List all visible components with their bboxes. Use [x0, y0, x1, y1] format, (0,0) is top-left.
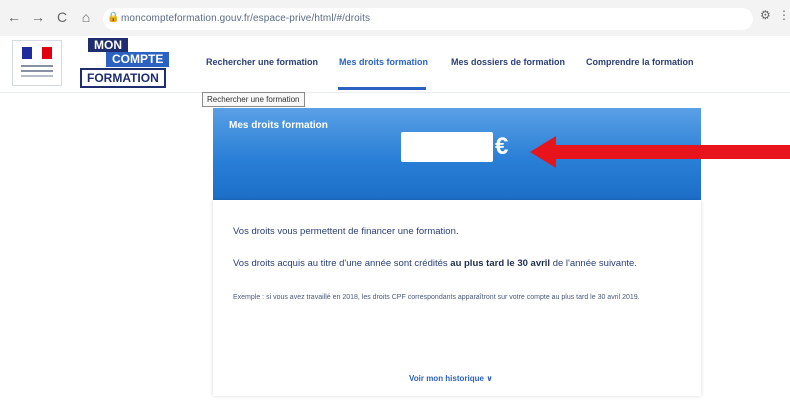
logo-mon: MON	[88, 38, 128, 52]
home-icon[interactable]: ⌂	[76, 7, 96, 27]
republique-francaise-logo[interactable]	[12, 40, 62, 86]
back-icon[interactable]: ←	[4, 7, 24, 27]
active-tab-indicator	[338, 87, 426, 90]
amount-redacted	[401, 132, 493, 162]
logo-compte: COMPTE	[106, 52, 170, 67]
nav-mes-dossiers[interactable]: Mes dossiers de formation	[451, 57, 565, 67]
nav-rechercher[interactable]: Rechercher une formation	[206, 57, 318, 67]
rights-title: Mes droits formation	[229, 120, 328, 131]
menu-icon[interactable]: ⋮	[778, 8, 790, 22]
site-header: MON COMPTE FORMATION Rechercher une form…	[0, 36, 790, 93]
chevron-down-icon[interactable]: ∨	[486, 374, 493, 383]
info-line-1: Vos droits vous permettent de financer u…	[233, 226, 459, 237]
info-line-2-bold: au plus tard le 30 avril	[450, 258, 551, 269]
currency-symbol: €	[495, 133, 509, 160]
example-text: Exemple : si vous avez travaillé en 2018…	[233, 294, 640, 301]
info-line-2-prefix: Vos droits acquis au titre d'une année s…	[233, 258, 451, 269]
mon-compte-formation-logo[interactable]: MON COMPTE FORMATION	[80, 38, 170, 90]
info-line-2-suffix: de l'année suivante.	[550, 258, 637, 269]
address-bar[interactable]: 🔒 moncompteformation.gouv.fr/espace-priv…	[103, 8, 753, 30]
history-link[interactable]: Voir mon historique ∨	[409, 374, 493, 383]
logo-formation: FORMATION	[80, 68, 166, 88]
annotation-arrow-shaft	[548, 145, 790, 159]
extension-icon[interactable]: ⚙	[760, 8, 771, 22]
nav-comprendre[interactable]: Comprendre la formation	[586, 57, 694, 67]
tooltip: Rechercher une formation	[202, 92, 305, 107]
reload-icon[interactable]: C	[52, 7, 72, 27]
lock-icon: 🔒	[107, 12, 120, 23]
rights-info-panel: Vos droits vous permettent de financer u…	[213, 200, 701, 396]
browser-toolbar: ← → C ⌂ 🔒 moncompteformation.gouv.fr/esp…	[0, 0, 790, 37]
flag-icon	[22, 47, 52, 59]
logo-text-lines	[21, 65, 53, 67]
url-text[interactable]: moncompteformation.gouv.fr/espace-prive/…	[121, 13, 370, 24]
info-line-2: Vos droits acquis au titre d'une année s…	[233, 258, 637, 269]
nav-mes-droits[interactable]: Mes droits formation	[339, 57, 428, 67]
history-link-label[interactable]: Voir mon historique	[409, 374, 484, 383]
forward-icon[interactable]: →	[28, 7, 48, 27]
